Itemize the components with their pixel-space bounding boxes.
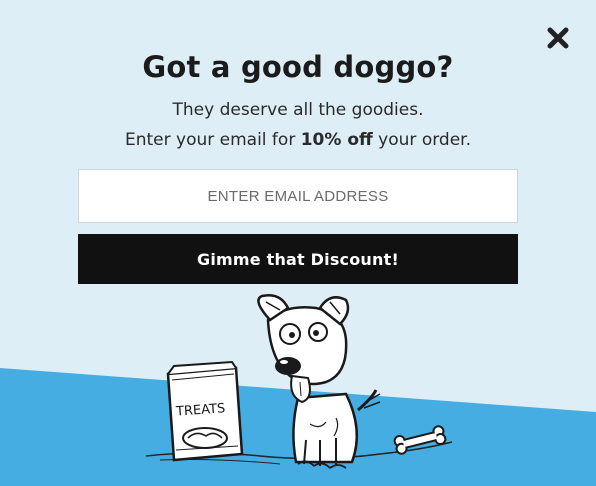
close-button[interactable] (544, 24, 572, 52)
dog-illustration: TREATS (145, 294, 453, 469)
popup-headline: Got a good doggo? (142, 50, 454, 84)
offer-line: Enter your email for 10% off your order. (0, 130, 596, 150)
email-input[interactable] (78, 169, 518, 223)
dog-icon (257, 294, 381, 469)
bone-icon (393, 425, 447, 455)
close-icon (547, 27, 569, 49)
popup-subline: They deserve all the goodies. (172, 100, 424, 120)
discount-popup: Got a good doggo? They deserve all the g… (0, 0, 596, 486)
treats-bag-icon: TREATS (166, 360, 244, 462)
offer-highlight: 10% off (300, 130, 373, 150)
submit-discount-button[interactable]: Gimme that Discount! (78, 234, 518, 284)
offer-prefix: Enter your email for (124, 130, 301, 150)
offer-suffix: your order. (372, 130, 471, 150)
